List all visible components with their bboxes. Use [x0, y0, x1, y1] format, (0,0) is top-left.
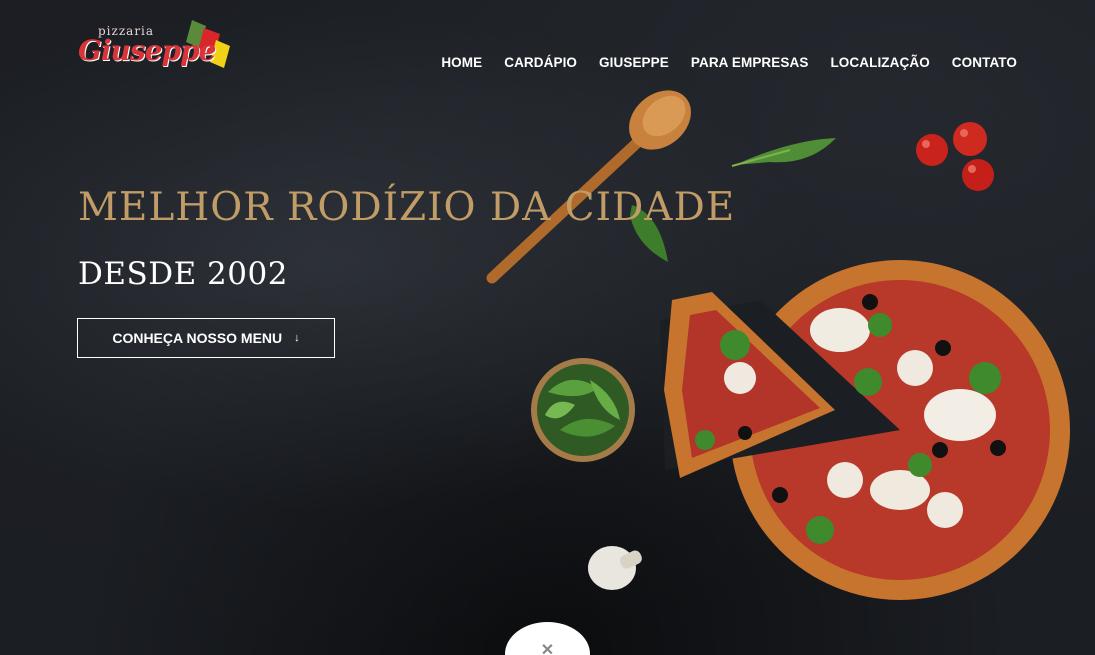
double-chevron-down-icon: ↓︎: [294, 331, 300, 344]
hero-section: pizzaria Giuseppe HOME CARDÁPIO GIUSEPPE…: [0, 0, 1095, 655]
close-icon: ✕: [540, 642, 555, 655]
wooden-spoon-icon: [486, 90, 691, 284]
bowl-of-greens-icon: [531, 358, 635, 462]
pizza-icon: [660, 260, 1070, 600]
basil-leaf-icon: [731, 138, 836, 167]
hero-subheadline: DESDE 2002: [78, 256, 288, 292]
mushroom-icon: [588, 546, 642, 590]
see-menu-button-label: CONHEÇA NOSSO MENU: [112, 330, 283, 346]
tomato-icon: [916, 122, 994, 191]
hero-headline: MELHOR RODÍZIO DA CIDADE: [78, 185, 736, 230]
see-menu-button[interactable]: CONHEÇA NOSSO MENU ↓︎: [77, 318, 335, 358]
